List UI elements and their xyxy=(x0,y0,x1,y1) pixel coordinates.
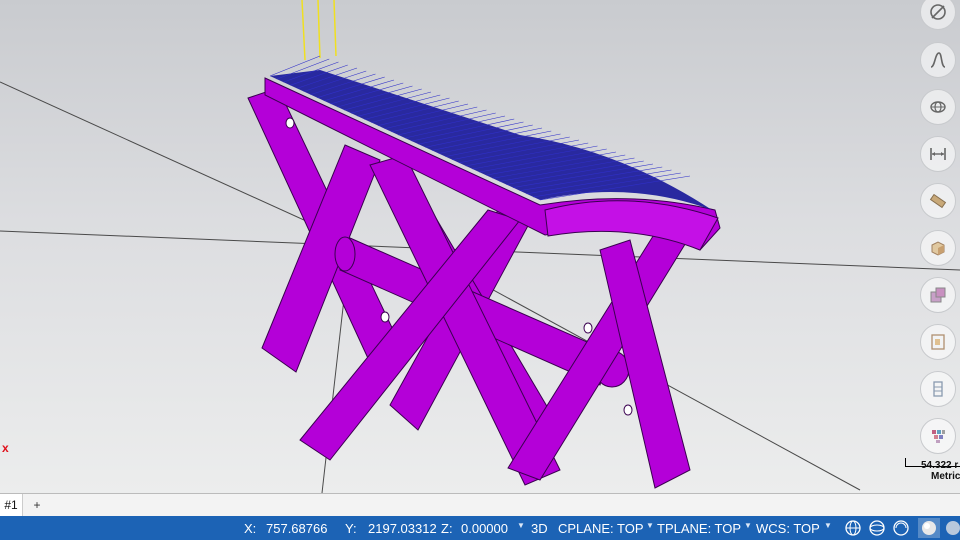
z-dropdown-icon[interactable]: ▼ xyxy=(517,521,525,530)
colors-icon[interactable] xyxy=(920,418,956,454)
view-mode-toggle[interactable]: 3D xyxy=(531,521,548,536)
hidden-line-globe-icon[interactable] xyxy=(868,519,886,537)
scale-unit: Metric xyxy=(931,471,960,482)
x-coord-value[interactable]: 757.68766 xyxy=(266,521,327,536)
tplane-selector[interactable]: TPLANE: TOP xyxy=(657,521,741,536)
solid-box-icon[interactable] xyxy=(920,230,956,266)
add-viewsheet-button[interactable]: + xyxy=(30,494,44,516)
tplane-dropdown-icon[interactable]: ▼ xyxy=(744,521,752,530)
x-coord-label: X: xyxy=(244,521,257,536)
right-toolbar xyxy=(914,0,960,470)
viewsheet-tab-1[interactable]: #1 xyxy=(0,494,23,516)
load-vectors xyxy=(301,0,337,61)
levels-icon[interactable] xyxy=(920,371,956,407)
curve-icon[interactable] xyxy=(920,42,956,78)
circle-slash-icon[interactable] xyxy=(920,0,956,30)
shaded-outline-icon[interactable] xyxy=(892,519,910,537)
z-coord-label: Z: xyxy=(441,521,453,536)
wcs-dropdown-icon[interactable]: ▼ xyxy=(824,521,832,530)
transform-icon[interactable] xyxy=(920,183,956,219)
y-coord-label: Y: xyxy=(345,521,357,536)
layers-icon[interactable] xyxy=(920,277,956,313)
model-scene xyxy=(0,0,960,493)
y-coord-value[interactable]: 2197.03312 xyxy=(368,521,437,536)
viewsheet-tabbar: #1 + xyxy=(0,493,960,516)
shaded-sphere-icon[interactable] xyxy=(918,518,940,538)
scale-value: 54.322 r xyxy=(921,460,959,471)
axis-x-label: x xyxy=(2,441,9,455)
status-bar: X: 757.68766 Y: 2197.03312 Z: 0.00000 ▼ … xyxy=(0,516,960,540)
wcs-selector[interactable]: WCS: TOP xyxy=(756,521,820,536)
z-coord-value[interactable]: 0.00000 xyxy=(461,521,508,536)
cplane-selector[interactable]: CPLANE: TOP xyxy=(558,521,644,536)
dimension-icon[interactable] xyxy=(920,136,956,172)
graphics-viewport[interactable]: x 54.322 r Metric xyxy=(0,0,960,493)
wireframe-globe-icon[interactable] xyxy=(844,519,862,537)
scale-indicator: 54.322 r Metric xyxy=(905,458,960,482)
wireframe-sphere-icon[interactable] xyxy=(920,89,956,125)
translucent-sphere-icon[interactable] xyxy=(944,519,960,537)
cplane-dropdown-icon[interactable]: ▼ xyxy=(646,521,654,530)
planes-icon[interactable] xyxy=(920,324,956,360)
